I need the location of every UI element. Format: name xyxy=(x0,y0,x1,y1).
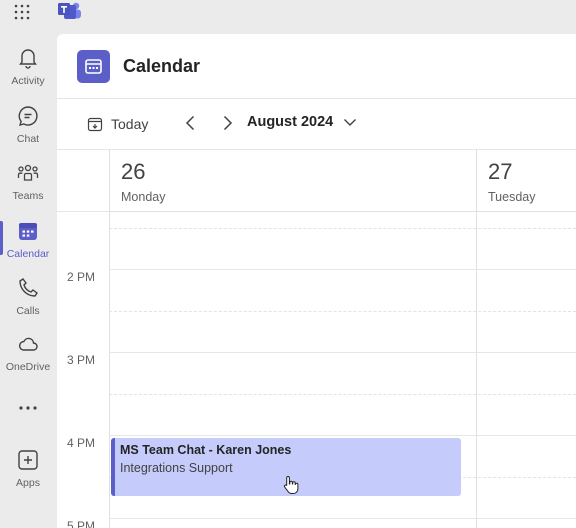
phone-icon xyxy=(19,278,38,297)
calendar-app-icon xyxy=(77,50,110,83)
rail-more-button[interactable] xyxy=(0,390,56,426)
half-hour-line xyxy=(109,311,576,312)
hour-line xyxy=(109,352,576,353)
time-label: 5 PM xyxy=(67,519,96,528)
day-number: 27 xyxy=(488,159,513,184)
rail-item-apps[interactable]: Apps xyxy=(0,440,56,494)
grid-line xyxy=(57,211,109,212)
time-label: 3 PM xyxy=(67,353,96,367)
chevron-right-icon[interactable] xyxy=(217,113,237,133)
teams-icon xyxy=(17,164,39,181)
time-label: 2 PM xyxy=(67,270,96,284)
today-label: Today xyxy=(111,116,149,132)
rail-item-label: Apps xyxy=(16,477,40,489)
day-number: 26 xyxy=(121,159,146,184)
day-header-tuesday[interactable]: 27 Tuesday xyxy=(477,150,576,212)
half-hour-line xyxy=(109,394,576,395)
day-name: Monday xyxy=(121,190,166,204)
rail-item-teams[interactable]: Teams xyxy=(0,153,56,207)
calendar-today-icon xyxy=(87,117,103,132)
hand-cursor-icon xyxy=(283,475,299,494)
event-subtitle: Integrations Support xyxy=(120,461,233,475)
plus-box-icon xyxy=(18,450,38,470)
rail-item-calendar[interactable]: Calendar xyxy=(0,211,56,265)
title-bar xyxy=(0,0,576,34)
today-button[interactable]: Today xyxy=(87,111,148,137)
hour-line xyxy=(109,518,576,519)
hour-line xyxy=(109,435,576,436)
day-header-monday[interactable]: 26 Monday xyxy=(110,150,476,212)
bell-icon xyxy=(19,49,37,69)
event-title: MS Team Chat - Karen Jones xyxy=(120,443,292,457)
chevron-left-icon[interactable] xyxy=(181,113,201,133)
rail-item-label: Activity xyxy=(11,75,45,87)
week-grid: 26 Monday 27 Tuesday 2 PM 3 PM 4 PM 5 PM… xyxy=(57,150,576,528)
rail-item-activity[interactable]: Activity xyxy=(0,38,56,92)
rail-item-label: OneDrive xyxy=(5,361,51,373)
more-icon xyxy=(19,406,37,410)
rail-item-label: Calendar xyxy=(6,248,50,260)
rail-item-label: Chat xyxy=(16,133,40,145)
teams-logo-icon xyxy=(58,2,81,19)
month-label: August 2024 xyxy=(247,114,334,130)
half-hour-line xyxy=(109,228,576,229)
page-title: Calendar xyxy=(123,56,201,76)
cloud-icon xyxy=(18,337,38,351)
month-picker[interactable]: August 2024 xyxy=(247,114,357,130)
app-header: Calendar xyxy=(57,34,576,99)
day-name: Tuesday xyxy=(488,190,536,204)
time-label: 4 PM xyxy=(67,436,96,450)
calendar-app: Calendar Today August 2024 26 Monday 27 … xyxy=(57,34,576,528)
calendar-icon xyxy=(19,223,37,240)
app-launcher-icon[interactable] xyxy=(13,3,31,21)
rail-item-chat[interactable]: Chat xyxy=(0,96,56,150)
app-rail: Activity Chat Teams Calendar Calls OneDr… xyxy=(0,34,56,528)
calendar-toolbar: Today August 2024 xyxy=(57,99,576,150)
rail-item-calls[interactable]: Calls xyxy=(0,268,56,322)
rail-item-onedrive[interactable]: OneDrive xyxy=(0,324,56,378)
chevron-down-icon xyxy=(344,119,357,126)
rail-item-label: Teams xyxy=(12,190,44,202)
chat-icon xyxy=(18,106,38,126)
rail-item-label: Calls xyxy=(16,305,40,317)
hour-line xyxy=(109,269,576,270)
